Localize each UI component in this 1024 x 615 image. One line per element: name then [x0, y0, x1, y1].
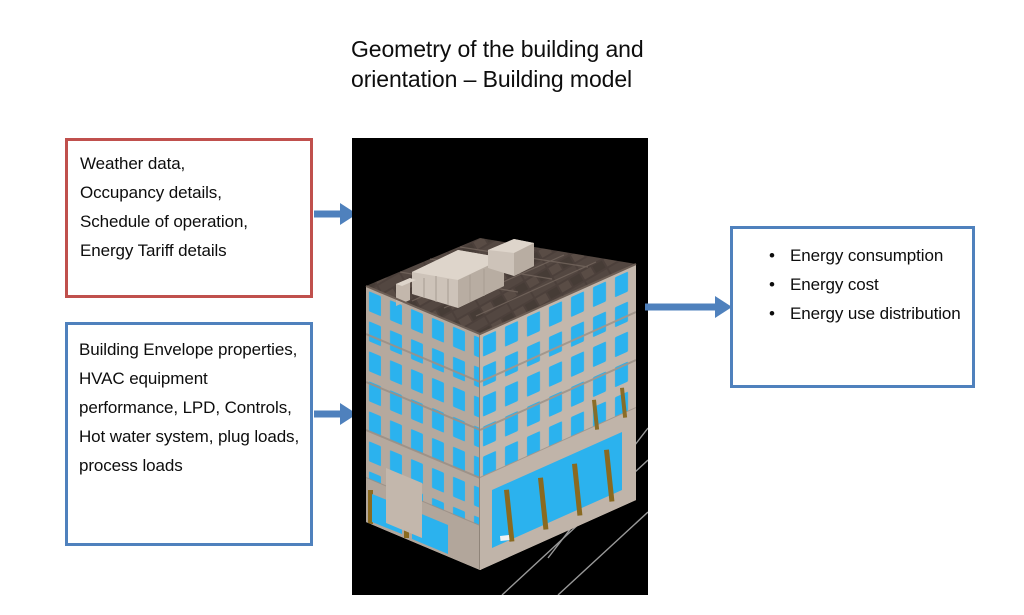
bullet-icon: •: [769, 246, 775, 265]
output-list-item: • Energy consumption: [743, 241, 964, 270]
input-box-building-envelope: Building Envelope properties, HVAC equip…: [65, 322, 313, 546]
output-results-list: • Energy consumption • Energy cost • Ene…: [743, 241, 964, 328]
output-list-item-label: Energy use distribution: [790, 304, 961, 323]
output-list-item-label: Energy cost: [790, 275, 879, 294]
bullet-icon: •: [769, 304, 775, 323]
process-diagram: Geometry of the building and orientation…: [0, 0, 1024, 615]
output-list-item: • Energy cost: [743, 270, 964, 299]
bullet-icon: •: [769, 275, 775, 294]
input-box-weather-data-text: Weather data, Occupancy details, Schedul…: [80, 154, 248, 260]
output-box-results: • Energy consumption • Energy cost • Ene…: [730, 226, 975, 388]
output-list-item-label: Energy consumption: [790, 246, 944, 265]
arrow-model-to-output-icon: [645, 292, 733, 322]
input-box-weather-data: Weather data, Occupancy details, Schedul…: [65, 138, 313, 298]
output-list-item: • Energy use distribution: [743, 299, 964, 328]
building-model-illustration: [352, 138, 648, 595]
page-title: Geometry of the building and orientation…: [351, 36, 644, 92]
input-box-building-envelope-text: Building Envelope properties, HVAC equip…: [79, 340, 300, 475]
building-model-render: [352, 138, 648, 595]
